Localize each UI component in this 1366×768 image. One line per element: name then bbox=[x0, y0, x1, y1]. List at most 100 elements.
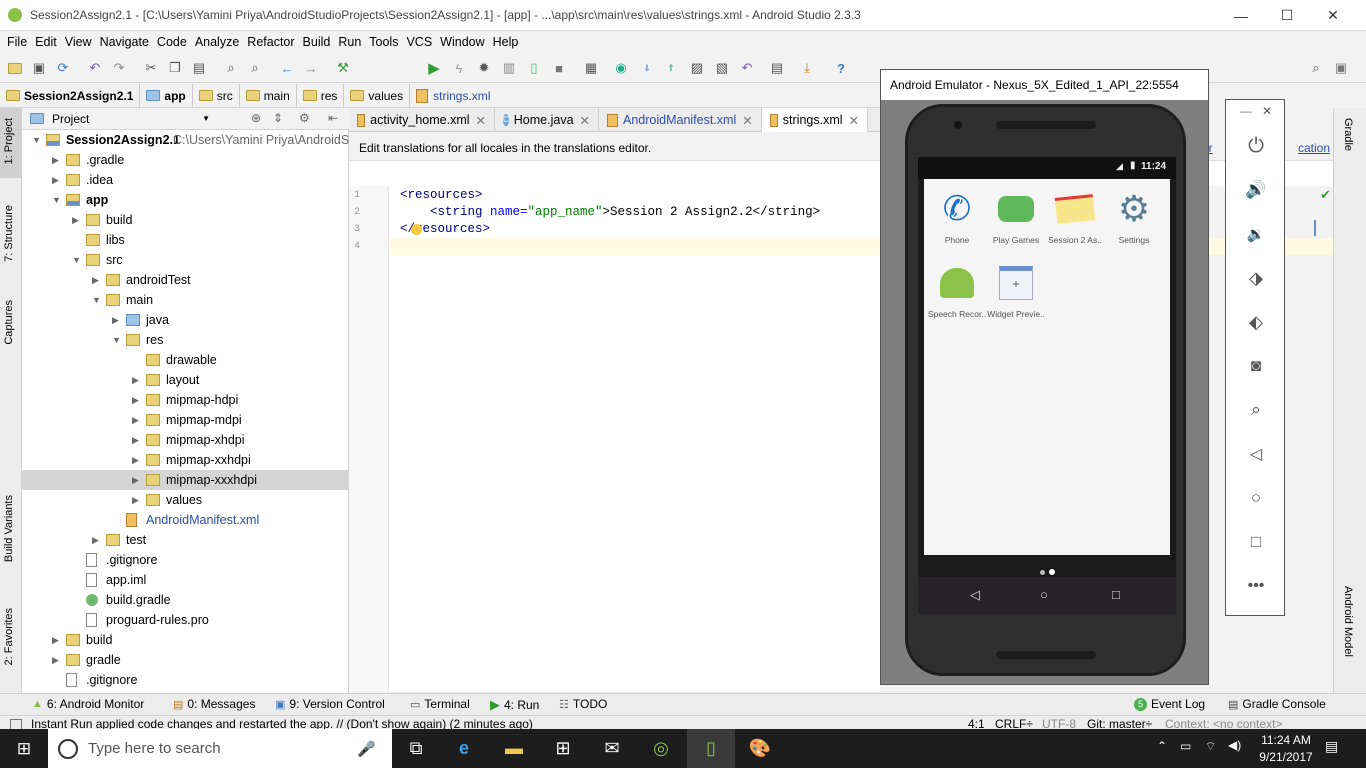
breadcrumb-project[interactable]: Session2Assign2.1 bbox=[0, 83, 141, 108]
search-everywhere-icon[interactable]: ⌕ bbox=[1307, 59, 1325, 77]
tab-activity-home[interactable]: activity_home.xml ✕ bbox=[349, 108, 495, 132]
sdk-manager-icon[interactable]: ▦ bbox=[582, 59, 600, 77]
menu-view[interactable]: View bbox=[65, 35, 92, 49]
store-icon[interactable]: ⊞ bbox=[539, 729, 587, 768]
taskbar-search[interactable]: Type here to search 🎤 bbox=[48, 729, 392, 768]
forward-icon[interactable]: → bbox=[302, 59, 320, 77]
apply-changes-icon[interactable]: ϟ bbox=[450, 59, 468, 77]
expand-right-icon[interactable]: ▶ bbox=[92, 275, 99, 286]
tool-messages[interactable]: ▤ 0: Messages bbox=[173, 697, 255, 711]
expand-right-icon[interactable]: ▶ bbox=[132, 455, 139, 466]
close-icon[interactable]: ✕ bbox=[476, 113, 486, 128]
breadcrumb-main[interactable]: main bbox=[240, 83, 297, 108]
minimize-icon[interactable]: — bbox=[1240, 104, 1252, 118]
tree-item-app[interactable]: ▼ app bbox=[22, 190, 349, 210]
file-explorer-icon[interactable]: ▬ bbox=[490, 729, 538, 768]
tree-item-androidtest[interactable]: ▶ androidTest bbox=[22, 270, 349, 290]
expand-right-icon[interactable]: ▶ bbox=[132, 415, 139, 426]
tree-item-drawable[interactable]: drawable bbox=[22, 350, 349, 370]
expand-right-icon[interactable]: ▶ bbox=[132, 475, 139, 486]
android-studio-taskbar-icon[interactable]: ◎ bbox=[637, 729, 685, 768]
phone-screen[interactable]: ◢ ▮ 11:24 ✆ Phone Play Games Session 2 A… bbox=[918, 157, 1176, 614]
tool-tab-gradle[interactable]: Gradle bbox=[1342, 118, 1354, 151]
vcs-compare-icon[interactable]: ▧ bbox=[713, 59, 731, 77]
tree-item-build-gradle[interactable]: build.gradle bbox=[22, 590, 349, 610]
tree-item-layout[interactable]: ▶ layout bbox=[22, 370, 349, 390]
scroll-from-source-icon[interactable]: ⊕ bbox=[251, 111, 261, 125]
tree-item-test[interactable]: ▶ test bbox=[22, 530, 349, 550]
tree-item-mipmap-xxhdpi[interactable]: ▶ mipmap-xxhdpi bbox=[22, 450, 349, 470]
rotate-left-icon[interactable]: ⬗ bbox=[1242, 264, 1270, 292]
minimize-button[interactable]: — bbox=[1218, 0, 1264, 31]
expand-down-icon[interactable]: ▼ bbox=[92, 295, 101, 305]
tool-tab-build-variants[interactable]: Build Variants bbox=[3, 495, 15, 562]
menu-analyze[interactable]: Analyze bbox=[195, 35, 239, 49]
breadcrumb-src[interactable]: src bbox=[193, 83, 240, 108]
vcs-push-icon[interactable]: ⇑ bbox=[662, 59, 680, 77]
expand-down-icon[interactable]: ▼ bbox=[52, 195, 61, 205]
revert-icon[interactable]: ↶ bbox=[738, 59, 756, 77]
expand-right-icon[interactable]: ▶ bbox=[132, 395, 139, 406]
replace-icon[interactable]: ⌕ bbox=[246, 59, 264, 77]
zoom-icon[interactable]: ⌕ bbox=[1242, 396, 1270, 424]
tree-item-mipmap-mdpi[interactable]: ▶ mipmap-mdpi bbox=[22, 410, 349, 430]
project-structure-icon[interactable]: ▤ bbox=[768, 59, 786, 77]
copy-icon[interactable]: ❐ bbox=[166, 59, 184, 77]
expand-right-icon[interactable]: ▶ bbox=[132, 495, 139, 506]
action-center-icon[interactable]: ▤ bbox=[1325, 738, 1338, 755]
emulator-taskbar-icon[interactable]: ▯ bbox=[687, 729, 735, 768]
menu-navigate[interactable]: Navigate bbox=[100, 35, 149, 49]
expand-down-icon[interactable]: ▼ bbox=[72, 255, 81, 265]
tool-gradle-console[interactable]: ▤ Gradle Console bbox=[1228, 697, 1326, 711]
run-icon[interactable]: ▶ bbox=[425, 59, 443, 77]
tree-item-build[interactable]: ▶ build bbox=[22, 630, 349, 650]
task-view-icon[interactable]: ⧉ bbox=[392, 729, 440, 768]
tree-item-androidmanifest-xml[interactable]: AndroidManifest.xml bbox=[22, 510, 349, 530]
tree-item-gradle[interactable]: ▶ .gradle bbox=[22, 150, 349, 170]
expand-down-icon[interactable]: ▼ bbox=[32, 135, 41, 145]
lightbulb-icon[interactable] bbox=[411, 224, 422, 235]
tree-item-res[interactable]: ▼ res bbox=[22, 330, 349, 350]
menu-file[interactable]: File bbox=[7, 35, 27, 49]
tool-todo[interactable]: ☷ TODO bbox=[559, 697, 607, 711]
project-view-select[interactable]: Project ▼ bbox=[30, 110, 210, 128]
tool-tab-structure[interactable]: 7: Structure bbox=[3, 205, 15, 262]
mail-icon[interactable]: ✉ bbox=[588, 729, 636, 768]
tool-tab-captures[interactable]: Captures bbox=[3, 300, 15, 345]
vcs-update-icon[interactable]: ◉ bbox=[612, 59, 630, 77]
avd-manager-icon[interactable]: ⤓ bbox=[798, 59, 816, 77]
toggle-tool-windows-icon[interactable] bbox=[10, 719, 22, 729]
tab-android-manifest[interactable]: AndroidManifest.xml ✕ bbox=[599, 108, 762, 132]
tree-item-proguard-rules-pro[interactable]: proguard-rules.pro bbox=[22, 610, 349, 630]
line-separator[interactable]: CRLF÷ bbox=[995, 717, 1033, 729]
maximize-button[interactable]: ☐ bbox=[1264, 0, 1310, 31]
git-branch[interactable]: Git: master÷ bbox=[1087, 717, 1152, 729]
close-icon[interactable]: ✕ bbox=[580, 113, 590, 128]
back-icon[interactable]: ◁ bbox=[1242, 440, 1270, 468]
home-icon[interactable]: ○ bbox=[1242, 484, 1270, 512]
microphone-icon[interactable]: 🎤 bbox=[357, 740, 376, 758]
expand-right-icon[interactable]: ▶ bbox=[112, 315, 119, 326]
breadcrumb-app[interactable]: app bbox=[140, 83, 193, 108]
menu-refactor[interactable]: Refactor bbox=[247, 35, 294, 49]
tree-item-mipmap-xhdpi[interactable]: ▶ mipmap-xhdpi bbox=[22, 430, 349, 450]
overview-icon[interactable]: □ bbox=[1242, 528, 1270, 556]
more-icon[interactable]: ••• bbox=[1242, 572, 1270, 600]
camera-icon[interactable]: ◙ bbox=[1242, 352, 1270, 380]
expand-right-icon[interactable]: ▶ bbox=[132, 435, 139, 446]
close-button[interactable]: ✕ bbox=[1310, 0, 1356, 31]
file-encoding[interactable]: UTF-8 bbox=[1042, 717, 1076, 729]
tool-terminal[interactable]: ▭ Terminal bbox=[410, 697, 470, 711]
expand-right-icon[interactable]: ▶ bbox=[132, 375, 139, 386]
show-hidden-icons[interactable]: ⌃ bbox=[1157, 739, 1167, 753]
breadcrumb-values[interactable]: values bbox=[344, 83, 411, 108]
tool-tab-favorites[interactable]: 2: Favorites bbox=[3, 608, 15, 665]
settings-icon[interactable]: ▣ bbox=[1332, 59, 1350, 77]
tree-item-src[interactable]: ▼ src bbox=[22, 250, 349, 270]
power-status-icon[interactable]: ▭ bbox=[1180, 739, 1191, 753]
save-icon[interactable]: ▣ bbox=[30, 59, 48, 77]
hide-panel-icon[interactable]: ⇤ bbox=[328, 111, 338, 125]
expand-right-icon[interactable]: ▶ bbox=[72, 215, 79, 226]
app-widget-preview[interactable]: + Widget Previe.. bbox=[986, 263, 1046, 319]
cut-icon[interactable]: ✂ bbox=[142, 59, 160, 77]
